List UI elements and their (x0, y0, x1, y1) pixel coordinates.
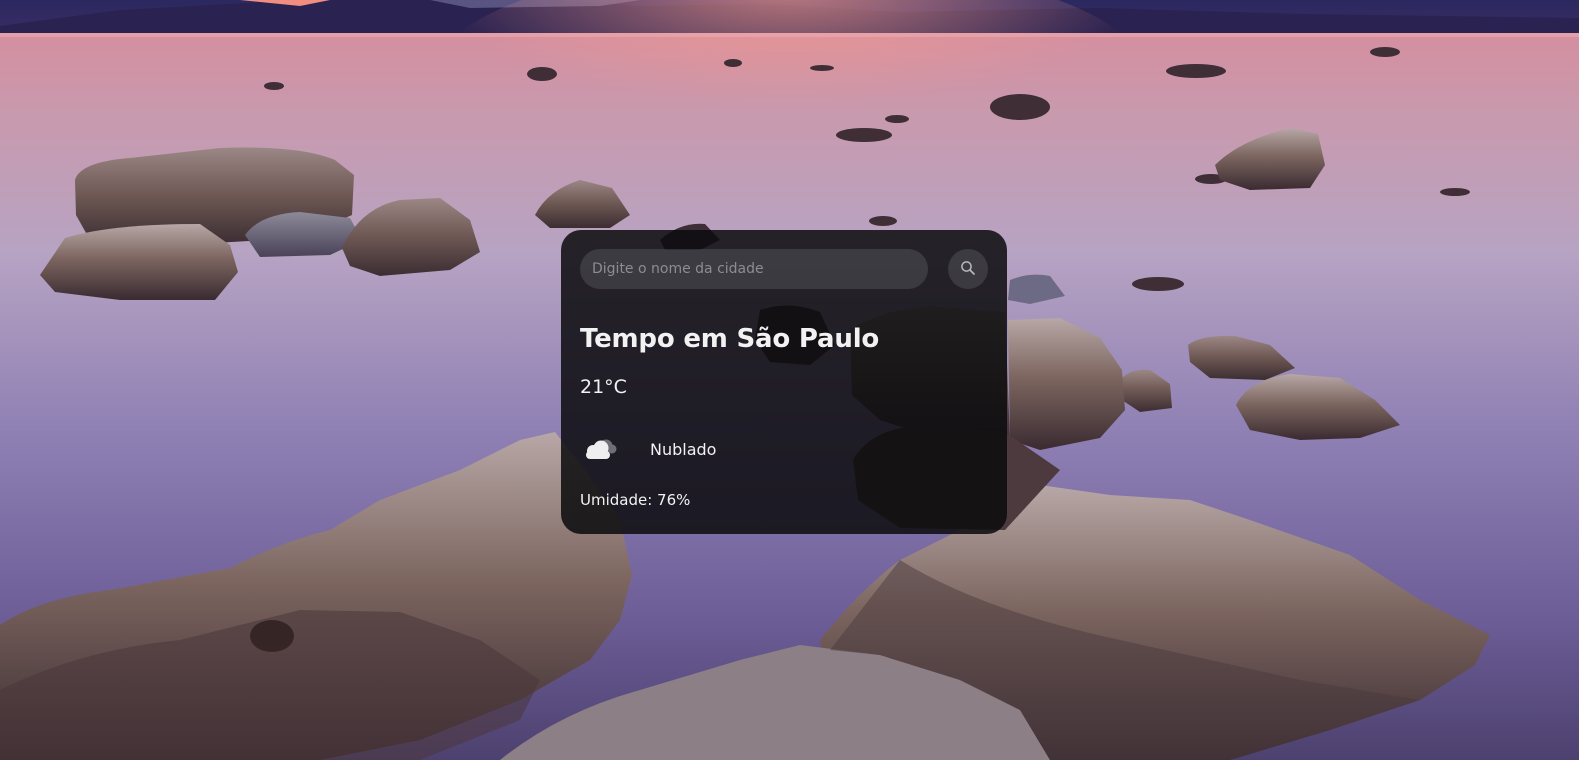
search-bar (580, 249, 988, 289)
search-button[interactable] (948, 249, 988, 289)
city-weather-title: Tempo em São Paulo (580, 324, 880, 354)
weather-description-row: Nublado (580, 429, 988, 469)
cloudy-icon (580, 429, 630, 469)
search-icon (960, 260, 976, 279)
humidity-value: Umidade: 76% (580, 491, 691, 509)
weather-description: Nublado (650, 439, 717, 459)
temperature-value: 21°C (580, 376, 627, 398)
city-search-input[interactable] (580, 249, 928, 289)
weather-card: Tempo em São Paulo 21°C Nublado Umidade:… (561, 230, 1007, 534)
